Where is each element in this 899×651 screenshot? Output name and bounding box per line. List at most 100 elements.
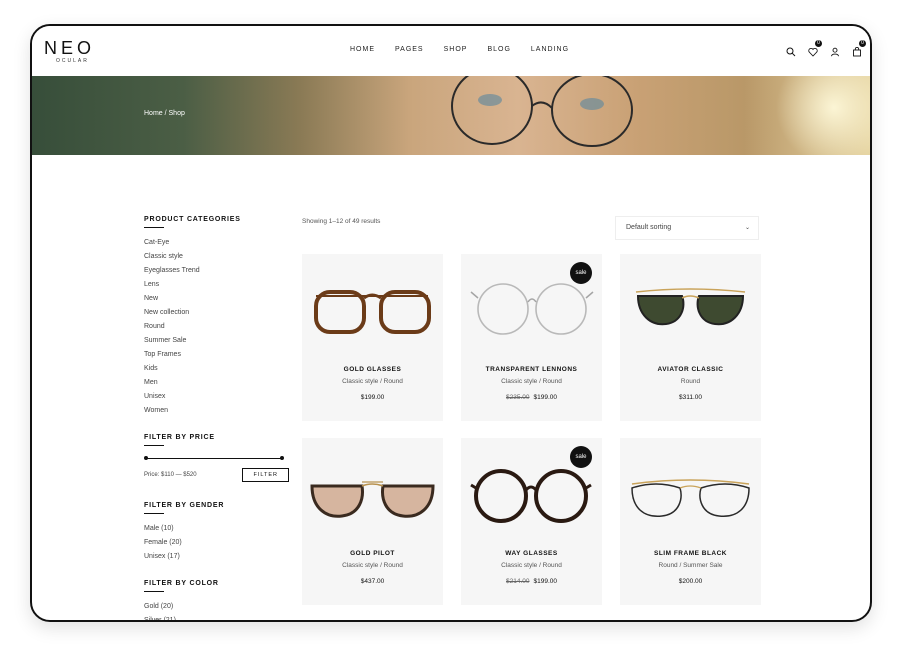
product-card[interactable]: sale TRANSPARENT LENNONS Classic style /… [461,254,602,421]
product-current-price: $200.00 [678,578,703,585]
site-logo[interactable]: NEO OCULAR [44,39,95,64]
cart-icon[interactable]: 0 [852,40,866,57]
category-item[interactable]: Men [144,376,289,390]
gender-item[interactable]: Female (20) [144,536,289,550]
category-list: Cat-Eye Classic style Eyeglasses Trend L… [144,236,289,418]
site-header: NEO OCULAR HOME PAGES SHOP BLOG LANDING … [32,26,870,76]
color-item[interactable]: Gold (20) [144,600,289,614]
product-name[interactable]: SLIM FRAME BLACK [620,550,761,557]
product-category: Classic style / Round [501,378,562,385]
gender-item[interactable]: Unisex (17) [144,550,289,564]
sorting-select[interactable]: Default sorting ⌄ [615,216,759,240]
price-range-track [146,458,282,459]
product-name[interactable]: GOLD GLASSES [302,366,443,373]
wishlist-icon[interactable]: 0 [808,40,822,57]
header-icons: 0 0 [786,40,866,57]
price-range-max-handle[interactable] [280,456,284,460]
filter-button[interactable]: FILTER [242,468,289,482]
glasses-image [635,288,746,326]
product-category: Round [680,378,701,385]
product-current-price: $199.00 [360,394,385,401]
results-count: Showing 1–12 of 49 results [302,218,381,225]
category-item[interactable]: Round [144,320,289,334]
hero-light-glow [750,76,870,155]
product-current-price: $311.00 [678,394,702,401]
category-item[interactable]: Unisex [144,390,289,404]
gender-filter-title: FILTER BY GENDER [144,502,225,509]
logo-sub: OCULAR [56,58,89,64]
nav-blog[interactable]: BLOG [487,46,510,53]
color-item[interactable]: Silver (21) [144,614,289,620]
category-item[interactable]: Summer Sale [144,334,289,348]
product-card[interactable]: SLIM FRAME BLACK Round / Summer Sale $20… [620,438,761,605]
product-name[interactable]: WAY GLASSES [461,550,602,557]
main-nav: HOME PAGES SHOP BLOG LANDING [350,46,569,53]
product-category: Classic style / Round [342,562,403,569]
color-filter-title: FILTER BY COLOR [144,580,219,587]
category-item[interactable]: Eyeglasses Trend [144,264,289,278]
title-underline [144,591,164,592]
hero-banner: Home / Shop [32,76,870,155]
nav-landing[interactable]: LANDING [531,46,569,53]
product-category: Classic style / Round [501,562,562,569]
product-name[interactable]: GOLD PILOT [302,550,443,557]
product-current-price: $199.00 [533,394,558,401]
category-item[interactable]: Classic style [144,250,289,264]
shop-sidebar: PRODUCT CATEGORIES Cat-Eye Classic style… [144,216,289,620]
product-price: $311.00 [620,394,761,401]
title-underline [144,513,164,514]
price-filter-row: Price: $110 — $520 FILTER [144,468,289,482]
glasses-image [314,290,431,334]
nav-home[interactable]: HOME [350,46,375,53]
search-icon[interactable] [786,44,796,57]
color-list: Gold (20) Silver (21) [144,600,289,620]
glasses-image [310,481,435,518]
category-item[interactable]: Kids [144,362,289,376]
sale-badge: sale [570,446,592,468]
product-card[interactable]: sale WAY GLASSES Classic style / Round $… [461,438,602,605]
wishlist-count-badge: 0 [815,40,822,47]
product-category: Round / Summer Sale [658,562,723,569]
category-item[interactable]: New [144,292,289,306]
gender-list: Male (10) Female (20) Unisex (17) [144,522,289,564]
glasses-image [631,479,750,517]
gender-item[interactable]: Male (10) [144,522,289,536]
product-card[interactable]: GOLD PILOT Classic style / Round $437.00 [302,438,443,605]
user-icon[interactable] [830,44,840,57]
categories-title: PRODUCT CATEGORIES [144,216,241,223]
product-price: $235.00 $199.00 [461,394,602,401]
product-old-price: $235.00 [506,394,530,401]
title-underline [144,445,164,446]
price-range-min-handle[interactable] [144,456,148,460]
category-item[interactable]: New collection [144,306,289,320]
product-category: Classic style / Round [342,378,403,385]
category-item[interactable]: Cat-Eye [144,236,289,250]
product-price: $437.00 [302,578,443,585]
sale-badge: sale [570,262,592,284]
chevron-down-icon: ⌄ [744,225,750,231]
product-price: $200.00 [620,578,761,585]
price-range-slider[interactable] [144,454,284,462]
nav-pages[interactable]: PAGES [395,46,424,53]
product-card[interactable]: GOLD GLASSES Classic style / Round $199.… [302,254,443,421]
product-price: $214.00 $199.00 [461,578,602,585]
price-range-label: Price: $110 — $520 [144,472,197,478]
product-card[interactable]: AVIATOR CLASSIC Round $311.00 [620,254,761,421]
product-current-price: $199.00 [533,578,558,585]
cart-count-badge: 0 [859,40,866,47]
product-price: $199.00 [302,394,443,401]
product-current-price: $437.00 [360,578,385,585]
product-name[interactable]: AVIATOR CLASSIC [620,366,761,373]
product-name[interactable]: TRANSPARENT LENNONS [461,366,602,373]
nav-shop[interactable]: SHOP [444,46,468,53]
logo-main: NEO [44,38,96,58]
breadcrumb: Home / Shop [144,110,185,117]
category-item[interactable]: Women [144,404,289,418]
title-underline [144,227,164,228]
sorting-selected-value: Default sorting [626,224,672,231]
price-filter-title: FILTER BY PRICE [144,434,215,441]
category-item[interactable]: Top Frames [144,348,289,362]
category-item[interactable]: Lens [144,278,289,292]
browser-frame: NEO OCULAR HOME PAGES SHOP BLOG LANDING … [30,24,872,622]
product-old-price: $214.00 [506,578,530,585]
